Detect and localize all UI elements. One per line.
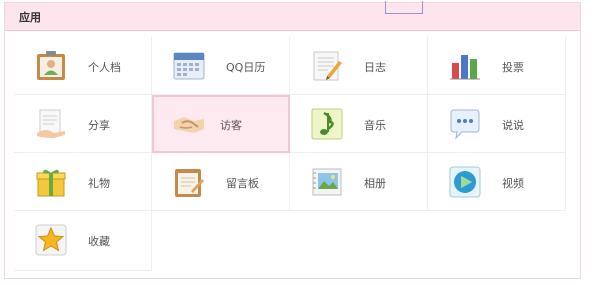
profile-icon bbox=[34, 49, 68, 83]
app-favorites[interactable]: 收藏 bbox=[14, 211, 152, 271]
apps-header: 应用 bbox=[5, 1, 580, 31]
app-share[interactable]: 分享 bbox=[14, 95, 152, 153]
music-note-icon bbox=[310, 107, 344, 141]
apps-header-title: 应用 bbox=[19, 11, 41, 24]
app-video[interactable]: 视频 bbox=[428, 153, 566, 211]
app-label: 说说 bbox=[502, 119, 524, 132]
app-label: 日志 bbox=[364, 61, 386, 74]
photo-album-icon bbox=[310, 165, 344, 199]
app-label: 收藏 bbox=[88, 235, 110, 248]
app-vote[interactable]: 投票 bbox=[428, 37, 566, 95]
app-qq-calendar[interactable]: QQ日历 bbox=[152, 37, 290, 95]
app-label: 访客 bbox=[220, 119, 242, 132]
message-board-icon bbox=[172, 165, 206, 199]
vote-chart-icon bbox=[448, 49, 482, 83]
app-label: 个人档 bbox=[88, 61, 121, 74]
gift-icon bbox=[34, 165, 68, 199]
app-profile[interactable]: 个人档 bbox=[14, 37, 152, 95]
app-label: 分享 bbox=[88, 119, 110, 132]
video-play-icon bbox=[448, 165, 482, 199]
speech-bubble-icon bbox=[448, 107, 482, 141]
app-talk[interactable]: 说说 bbox=[428, 95, 566, 153]
app-diary[interactable]: 日志 bbox=[290, 37, 428, 95]
header-frame-marker bbox=[385, 1, 423, 14]
app-label: 礼物 bbox=[88, 177, 110, 190]
diary-icon bbox=[310, 49, 344, 83]
app-label: 相册 bbox=[364, 177, 386, 190]
app-photo-album[interactable]: 相册 bbox=[290, 153, 428, 211]
app-message-board[interactable]: 留言板 bbox=[152, 153, 290, 211]
app-visitors[interactable]: 访客 bbox=[152, 95, 290, 153]
app-label: 留言板 bbox=[226, 177, 259, 190]
app-label: QQ日历 bbox=[226, 61, 266, 74]
share-icon bbox=[34, 107, 68, 141]
app-label: 投票 bbox=[502, 61, 524, 74]
calendar-icon bbox=[172, 49, 206, 83]
app-music[interactable]: 音乐 bbox=[290, 95, 428, 153]
favorite-star-icon bbox=[34, 223, 68, 257]
app-label: 视频 bbox=[502, 177, 524, 190]
handshake-icon bbox=[172, 107, 206, 141]
app-label: 音乐 bbox=[364, 119, 386, 132]
app-gift[interactable]: 礼物 bbox=[14, 153, 152, 211]
